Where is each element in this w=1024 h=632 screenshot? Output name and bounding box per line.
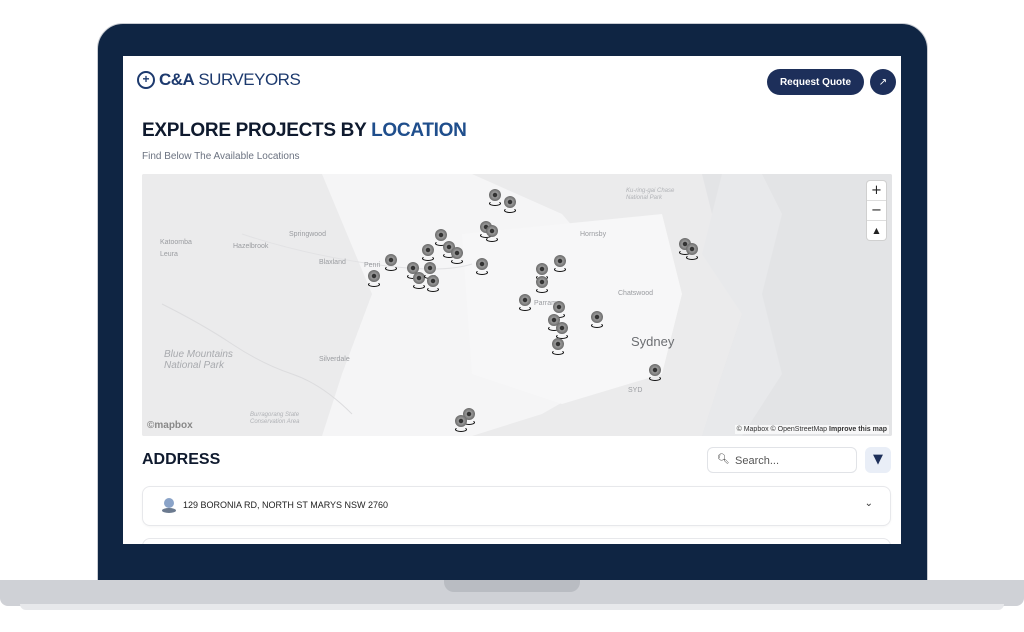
address-text: 129 BORONIA RD, NORTH ST MARYS NSW 2760 [183,500,389,510]
compass-icon[interactable]: ▲ [867,221,886,240]
map-label-leura: Leura [160,251,178,258]
arrow-up-right-icon[interactable]: ↗ [870,69,896,95]
map-pin[interactable] [553,255,567,275]
laptop-notch [444,580,580,592]
map-pin[interactable] [454,415,468,435]
address-list-item[interactable]: 129 BORONIA RD, NORTH ST MARYS NSW 2760 … [142,486,891,526]
brand-name-bold: C&A [159,70,195,89]
map-label-hornsby: Hornsby [580,231,607,238]
map-label-kuringgai: Ku-ring-gai Chase National Park [626,188,675,201]
search-input[interactable] [733,452,852,470]
address-list-item-next[interactable] [142,538,891,544]
top-nav: + C&A SURVEYORS Request Quote ↗ [123,56,901,109]
map-label-blue-mountains: Blue Mountains National Park [164,349,233,371]
brand-name-light: SURVEYORS [198,70,301,89]
location-pin-icon [162,498,176,514]
locations-map[interactable]: Katoomba Leura Hazelbrook Springwood Bla… [142,174,892,436]
request-quote-button[interactable]: Request Quote [767,69,864,95]
map-pin[interactable] [450,247,464,267]
map-label-katoomba: Katoomba [160,239,192,246]
map-pin[interactable] [648,364,662,384]
map-attribution-text[interactable]: © Mapbox © OpenStreetMap [737,426,827,433]
map-pin[interactable] [590,311,604,331]
plus-circle-icon: + [137,71,155,89]
map-pin[interactable] [367,270,381,290]
map-pin[interactable] [503,196,517,216]
map-pin[interactable] [535,276,549,296]
map-pin[interactable] [421,244,435,264]
page-subtitle: Find Below The Available Locations [142,151,300,162]
map-label-syd: SYD [628,387,643,394]
map-pin[interactable] [685,243,699,263]
zoom-out-button[interactable]: − [867,201,886,221]
chevron-down-icon[interactable]: ⌄ [865,498,873,509]
address-search[interactable]: 🔍︎ [707,447,857,473]
map-label-silverdale: Silverdale [319,356,350,363]
laptop-base-shadow [20,604,1004,610]
map-pin[interactable] [488,189,502,209]
map-label-hazelbrook: Hazelbrook [233,243,269,250]
page-title-highlight: LOCATION [371,120,467,141]
map-pin[interactable] [384,254,398,274]
screen: + C&A SURVEYORS Request Quote ↗ EXPLORE … [123,56,901,544]
map-pin[interactable] [475,258,489,278]
map-attribution: © Mapbox © OpenStreetMap Improve this ma… [734,425,889,434]
address-heading: ADDRESS [142,451,221,468]
brand-logo[interactable]: + C&A SURVEYORS [137,70,301,90]
map-label-blaxland: Blaxland [319,259,346,266]
improve-map-link[interactable]: Improve this map [829,426,887,433]
page-title: EXPLORE PROJECTS BY LOCATION [142,120,467,142]
map-zoom-controls: + − ▲ [867,181,886,240]
map-base-layer [142,174,892,436]
main-content: EXPLORE PROJECTS BY LOCATION Find Below … [123,108,901,544]
map-label-chatswood: Chatswood [618,290,654,297]
map-pin[interactable] [426,275,440,295]
map-label-penrith: Penri [364,262,381,269]
map-label-burragorang: Burragorang State Conservation Area [250,412,300,425]
map-pin[interactable] [518,294,532,314]
map-label-springwood: Springwood [289,231,326,238]
zoom-in-button[interactable]: + [867,181,886,201]
page-title-prefix: EXPLORE PROJECTS BY [142,120,372,141]
map-label-sydney: Sydney [631,334,675,349]
map-pin[interactable] [485,225,499,245]
map-pin[interactable] [551,338,565,358]
search-icon: 🔍︎ [717,454,730,465]
filter-icon[interactable]: ▼ [865,447,891,473]
mapbox-logo[interactable]: ©mapbox [147,420,193,431]
